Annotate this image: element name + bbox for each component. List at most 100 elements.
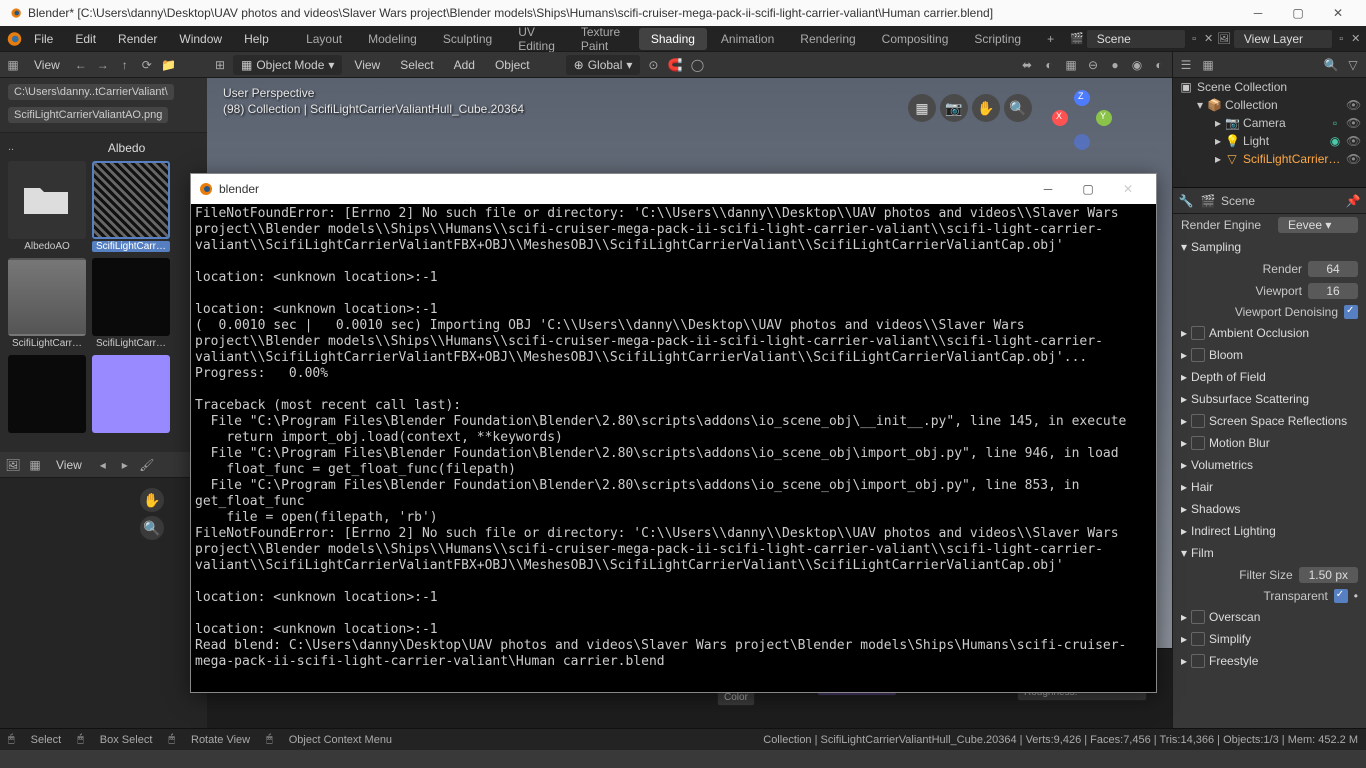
path-crumb-dir[interactable]: C:\Users\danny..tCarrierValiant\ [8, 84, 174, 100]
nav-newdir-icon[interactable]: 📁 [160, 56, 178, 74]
thumb-image[interactable]: ScifiLightCarr… [8, 258, 86, 349]
thumb-image[interactable] [92, 355, 170, 435]
sss-panel[interactable]: ▸ Subsurface Scattering [1173, 388, 1366, 410]
nav-fwd-icon[interactable]: → [94, 56, 112, 74]
outliner-filter-icon[interactable]: 🔍 [1322, 56, 1340, 74]
viewlayer-name-field[interactable]: View Layer [1233, 29, 1333, 49]
menu-render[interactable]: Render [108, 28, 167, 50]
console-output[interactable]: FileNotFoundError: [Errno 2] No such fil… [191, 204, 1156, 692]
path-crumb-file[interactable]: ScifiLightCarrierValiantAO.png [8, 107, 168, 123]
image-view-menu[interactable]: View [48, 455, 90, 475]
image-editor-viewport[interactable]: ✋ 🔍 [0, 478, 207, 728]
viewlayer-new-icon[interactable]: ▫ [1335, 29, 1348, 49]
viewport-samples-value[interactable]: 16 [1308, 283, 1358, 299]
visibility-toggle[interactable]: 👁 [1346, 134, 1360, 148]
viewport-add-menu[interactable]: Add [446, 55, 483, 75]
nav-refresh-icon[interactable]: ⟳ [138, 56, 156, 74]
blender-logo-icon[interactable] [4, 28, 22, 50]
viewlayer-del-icon[interactable]: ✕ [1349, 29, 1362, 49]
maximize-button[interactable]: ▢ [1278, 0, 1318, 26]
mode-dropdown[interactable]: ▦Object Mode▾ [233, 55, 342, 75]
properties-type-icon[interactable]: 🔧 [1177, 192, 1195, 210]
outliner-display-icon[interactable]: ▦ [1199, 56, 1217, 74]
pivot-icon[interactable]: ⊙ [644, 56, 662, 74]
orientation-dropdown[interactable]: ⊕Global▾ [566, 55, 641, 75]
viewport-select-menu[interactable]: Select [392, 55, 441, 75]
pan-icon[interactable]: ✋ [140, 488, 164, 512]
outliner-scene-collection[interactable]: ▣ Scene Collection [1173, 78, 1366, 96]
nav-gizmo[interactable]: Z Y X [1052, 90, 1112, 150]
motionblur-panel[interactable]: ▸ Motion Blur [1173, 432, 1366, 454]
motionblur-checkbox[interactable] [1191, 436, 1205, 450]
gizmo-y[interactable]: Y [1096, 110, 1112, 126]
shading-render-icon[interactable]: ◐ [1150, 56, 1168, 74]
xray-icon[interactable]: ▦ [1062, 56, 1080, 74]
viewlayer-icon[interactable]: 🖼 [1217, 29, 1231, 49]
ao-checkbox[interactable] [1191, 326, 1205, 340]
bloom-checkbox[interactable] [1191, 348, 1205, 362]
shading-solid-icon[interactable]: ● [1106, 56, 1124, 74]
zoom-icon[interactable]: 🔍 [140, 516, 164, 540]
outliner-type-icon[interactable]: ☰ [1177, 56, 1195, 74]
gizmo-x[interactable]: X [1052, 110, 1068, 126]
render-samples-value[interactable]: 64 [1308, 261, 1358, 277]
hair-panel[interactable]: ▸ Hair [1173, 476, 1366, 498]
tab-animation[interactable]: Animation [709, 28, 786, 50]
dof-panel[interactable]: ▸ Depth of Field [1173, 366, 1366, 388]
render-engine-dropdown[interactable]: Eevee ▾ [1278, 217, 1358, 233]
tab-shading[interactable]: Shading [639, 28, 707, 50]
visibility-toggle[interactable]: 👁 [1346, 152, 1360, 166]
viewport-camera-icon[interactable]: 📷 [940, 94, 968, 122]
gizmo-toggle-icon[interactable]: ⬌ [1018, 56, 1036, 74]
image-mode-icon[interactable]: ▦ [26, 456, 44, 474]
parent-dir[interactable]: .. [8, 141, 14, 161]
ssr-panel[interactable]: ▸ Screen Space Reflections [1173, 410, 1366, 432]
thumb-image[interactable] [8, 355, 86, 435]
sampling-panel[interactable]: ▾ Sampling [1173, 236, 1366, 258]
minimize-button[interactable]: ─ [1238, 0, 1278, 26]
image-editor-type-icon[interactable]: 🖼 [4, 456, 22, 474]
image-next-icon[interactable]: ▸ [116, 456, 134, 474]
snap-icon[interactable]: 🧲 [666, 56, 684, 74]
gizmo-neg-z[interactable] [1074, 134, 1090, 150]
viewport-denoise-checkbox[interactable] [1344, 305, 1358, 319]
tab-add[interactable]: + [1035, 28, 1066, 50]
tab-scripting[interactable]: Scripting [962, 28, 1033, 50]
tab-modeling[interactable]: Modeling [356, 28, 429, 50]
console-titlebar[interactable]: blender ─ ▢ ✕ [191, 174, 1156, 204]
menu-window[interactable]: Window [169, 28, 232, 50]
volumetrics-panel[interactable]: ▸ Volumetrics [1173, 454, 1366, 476]
film-panel[interactable]: ▾ Film [1173, 542, 1366, 564]
scene-breadcrumb[interactable]: Scene [1221, 194, 1255, 208]
outliner-mesh-active[interactable]: ▸ ▽ ScifiLightCarrierValiantH 👁 [1173, 150, 1366, 168]
simplify-checkbox[interactable] [1191, 632, 1205, 646]
image-new-icon[interactable]: 🖌 [138, 456, 156, 474]
image-prev-icon[interactable]: ◂ [94, 456, 112, 474]
menu-edit[interactable]: Edit [65, 28, 106, 50]
simplify-panel[interactable]: ▸ Simplify [1173, 628, 1366, 650]
tab-layout[interactable]: Layout [294, 28, 354, 50]
thumb-image[interactable]: ScifiLightCarr… [92, 258, 170, 349]
bloom-panel[interactable]: ▸ Bloom [1173, 344, 1366, 366]
shading-wire-icon[interactable]: ⊖ [1084, 56, 1102, 74]
freestyle-checkbox[interactable] [1191, 654, 1205, 668]
editor-type-icon[interactable]: ▦ [4, 56, 22, 74]
visibility-toggle[interactable]: 👁 [1346, 116, 1360, 130]
tab-sculpting[interactable]: Sculpting [431, 28, 504, 50]
menu-help[interactable]: Help [234, 28, 279, 50]
console-maximize-button[interactable]: ▢ [1068, 174, 1108, 204]
thumb-folder[interactable]: AlbedoAO [8, 161, 86, 252]
filebrowser-view-menu[interactable]: View [26, 55, 68, 75]
console-close-button[interactable]: ✕ [1108, 174, 1148, 204]
ao-panel[interactable]: ▸ Ambient Occlusion [1173, 322, 1366, 344]
thumb-image-selected[interactable]: ScifiLightCarr… [92, 161, 170, 252]
nav-up-icon[interactable]: ↑ [116, 56, 134, 74]
freestyle-panel[interactable]: ▸ Freestyle [1173, 650, 1366, 672]
shadows-panel[interactable]: ▸ Shadows [1173, 498, 1366, 520]
scene-browse-icon[interactable]: 🎬 [1070, 29, 1084, 49]
outliner-light[interactable]: ▸ 💡 Light ◉ 👁 [1173, 132, 1366, 150]
pin-icon[interactable]: 📌 [1344, 192, 1362, 210]
tab-rendering[interactable]: Rendering [788, 28, 867, 50]
viewport-type-icon[interactable]: ⊞ [211, 56, 229, 74]
transparent-checkbox[interactable] [1334, 589, 1348, 603]
